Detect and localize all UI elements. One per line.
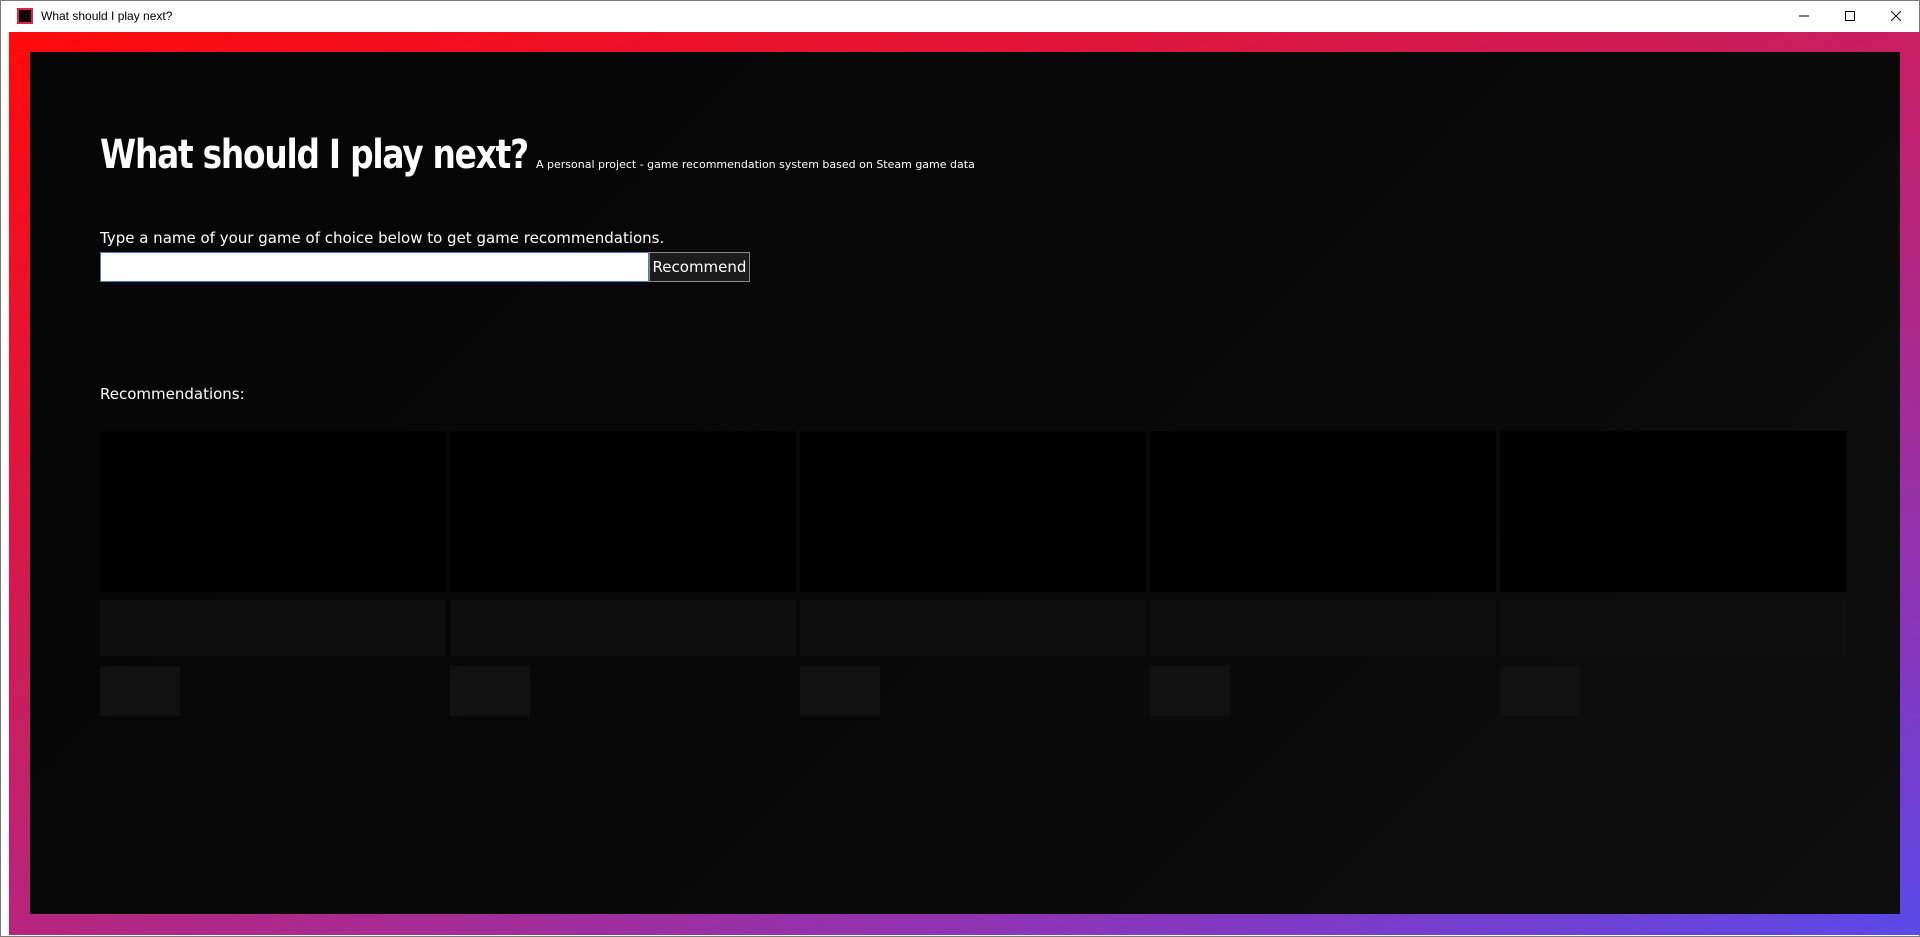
window-controls [1781, 1, 1919, 31]
card-name-placeholder [100, 600, 446, 656]
card-name-placeholder [1500, 600, 1846, 656]
gradient-frame: What should I play next? A personal proj… [9, 32, 1920, 935]
recommendations-label: Recommendations: [100, 385, 245, 403]
card-name-placeholder [450, 600, 796, 656]
page-subtitle: A personal project - game recommendation… [536, 158, 975, 171]
card-tag-placeholder [450, 666, 530, 716]
recommendation-card[interactable] [1500, 431, 1846, 726]
card-name-placeholder [1150, 600, 1496, 656]
minimize-icon[interactable] [1781, 1, 1827, 31]
recommendation-card[interactable] [800, 431, 1146, 726]
header: What should I play next? A personal proj… [100, 132, 975, 178]
card-tag-placeholder [1150, 666, 1230, 716]
card-tag-placeholder [1500, 666, 1580, 716]
recommendation-card[interactable] [1150, 431, 1496, 726]
card-image-placeholder [450, 431, 796, 592]
search-prompt: Type a name of your game of choice below… [100, 229, 665, 247]
recommend-button[interactable]: Recommend [649, 252, 750, 282]
app-icon [17, 8, 33, 24]
card-image-placeholder [1500, 431, 1846, 592]
card-image-placeholder [1150, 431, 1496, 592]
close-icon[interactable] [1873, 1, 1919, 31]
search-bar: Recommend [100, 252, 750, 282]
card-image-placeholder [800, 431, 1146, 592]
recommendation-cards [100, 431, 1846, 726]
card-tag-placeholder [800, 666, 880, 716]
title-bar[interactable]: What should I play next? [1, 1, 1919, 31]
recommendation-card[interactable] [450, 431, 796, 726]
card-tag-placeholder [100, 666, 180, 716]
card-image-placeholder [100, 431, 446, 592]
page-title: What should I play next? [100, 132, 529, 178]
maximize-icon[interactable] [1827, 1, 1873, 31]
recommendation-card[interactable] [100, 431, 446, 726]
window-title: What should I play next? [41, 9, 173, 23]
card-name-placeholder [800, 600, 1146, 656]
content-area: What should I play next? A personal proj… [30, 52, 1900, 914]
app-window: What should I play next? What should I p… [0, 0, 1920, 937]
game-search-input[interactable] [100, 252, 649, 282]
